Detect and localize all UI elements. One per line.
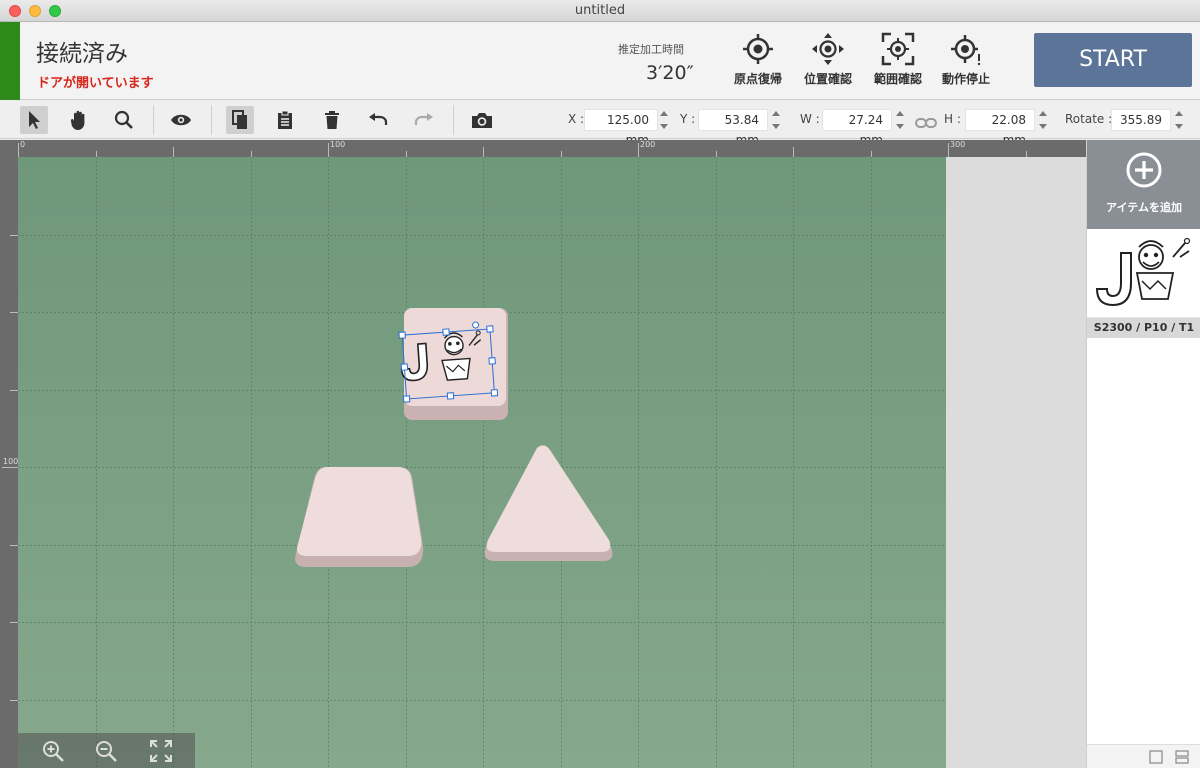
rotate-label: Rotate :: [1065, 112, 1113, 126]
home-button[interactable]: 原点復帰: [718, 32, 798, 94]
x-label: X :: [568, 112, 585, 126]
h-label: H :: [944, 112, 961, 126]
split-view-icon[interactable]: [1175, 750, 1189, 764]
item-artwork-thumbnail: [1095, 237, 1191, 307]
zoom-tool-button[interactable]: [110, 106, 138, 134]
stop-target-icon: [951, 35, 981, 66]
stop-button[interactable]: 動作停止: [926, 32, 1006, 94]
toolbar: X : 125.00 mm Y : 53.84 mm W : 27.24 mm …: [0, 101, 1200, 147]
item-label: S2300 / P10 / T1: [1087, 318, 1200, 338]
ruler-left: 100: [0, 140, 18, 768]
undo-button[interactable]: [364, 106, 392, 134]
estimate-label: 推定加工時間: [618, 43, 684, 56]
position-check-label: 位置確認: [803, 72, 852, 86]
single-view-icon[interactable]: [1149, 750, 1163, 764]
rotate-stepper[interactable]: [1175, 111, 1183, 129]
stop-button-label: 動作停止: [941, 72, 990, 86]
select-tool-button[interactable]: [20, 106, 48, 134]
canvas-grid: [18, 157, 946, 768]
redo-button[interactable]: [410, 106, 438, 134]
toolbar-divider: [211, 105, 212, 135]
add-item-label: アイテムを追加: [1106, 201, 1182, 214]
expand-icon: [150, 740, 172, 762]
h-stepper[interactable]: [1039, 111, 1047, 129]
door-warning: ドアが開いています: [37, 76, 154, 91]
panel-footer: [1087, 744, 1200, 768]
toolbar-divider: [153, 105, 154, 135]
y-label: Y :: [680, 112, 696, 126]
home-target-icon: [743, 34, 773, 64]
w-label: W :: [800, 112, 820, 126]
y-input[interactable]: 53.84 mm: [698, 109, 768, 147]
header: 接続済み ドアが開いています 推定加工時間 3′20″ 原点復帰 位置確認 範囲…: [0, 22, 1200, 100]
move-target-icon: [812, 33, 844, 65]
h-input[interactable]: 22.08 mm: [965, 109, 1035, 147]
arrow-pointer-icon: [29, 111, 40, 129]
aspect-lock-button[interactable]: [915, 114, 937, 133]
window-title: untitled: [574, 3, 626, 18]
y-stepper[interactable]: [772, 111, 780, 129]
plus-circle-icon: [1126, 152, 1162, 188]
ruler-label: 200: [640, 140, 656, 149]
x-input[interactable]: 125.00 mm: [584, 109, 658, 147]
app-window: untitled 接続済み ドアが開いています 推定加工時間 3′20″ 原点復…: [0, 0, 1200, 768]
x-stepper[interactable]: [660, 111, 668, 129]
ruler-label: 100: [3, 457, 19, 466]
trapezoid-workpiece: [295, 467, 424, 567]
ruler-top-ticks: [18, 143, 1027, 157]
eye-icon: [171, 114, 191, 126]
ruler-label: 300: [950, 140, 966, 149]
out-of-range-area: [946, 157, 1086, 768]
preview-button[interactable]: [167, 106, 195, 134]
ruler-label: 0: [20, 140, 26, 149]
toolbar-divider: [453, 105, 454, 135]
zoom-in-button[interactable]: [40, 738, 66, 764]
fit-view-button[interactable]: [148, 738, 174, 764]
zoom-controls: [18, 733, 195, 768]
w-stepper[interactable]: [896, 111, 904, 129]
connection-status: 接続済み: [36, 41, 128, 67]
rotate-input[interactable]: 355.89: [1111, 109, 1171, 131]
start-button[interactable]: START: [1034, 33, 1192, 87]
paste-button[interactable]: [271, 106, 299, 134]
frame-target-icon: [881, 32, 915, 66]
ruler-left-ticks: [2, 235, 18, 701]
copy-icon: [232, 110, 247, 129]
connection-status-indicator: [0, 22, 20, 100]
item-thumbnail[interactable]: [1087, 229, 1200, 318]
zoom-in-icon: [43, 741, 64, 762]
link-icon: [915, 118, 937, 128]
w-input[interactable]: 27.24 mm: [822, 109, 892, 147]
position-check-button[interactable]: 位置確認: [788, 32, 868, 94]
undo-icon: [369, 113, 388, 125]
work-canvas[interactable]: [18, 157, 946, 768]
add-item-button[interactable]: アイテムを追加: [1087, 140, 1200, 229]
camera-icon: [472, 113, 492, 128]
items-panel: アイテムを追加 S2300 / P10 / T1: [1086, 140, 1200, 768]
zoom-out-icon: [96, 741, 117, 762]
ruler-top: 0 100 200 300: [0, 140, 1086, 157]
ruler-label: 100: [330, 140, 346, 149]
clipboard-icon: [278, 110, 292, 129]
hand-tool-button[interactable]: [65, 106, 93, 134]
search-icon: [114, 110, 133, 129]
redo-icon: [414, 113, 433, 125]
estimate-value: 3′20″: [646, 62, 694, 84]
hand-icon: [70, 110, 85, 130]
copy-button[interactable]: [226, 106, 254, 134]
trash-icon: [325, 111, 339, 129]
title-bar: untitled: [0, 0, 1200, 22]
zoom-out-button[interactable]: [93, 738, 119, 764]
camera-button[interactable]: [468, 106, 496, 134]
home-button-label: 原点復帰: [733, 72, 782, 86]
delete-button[interactable]: [318, 106, 346, 134]
